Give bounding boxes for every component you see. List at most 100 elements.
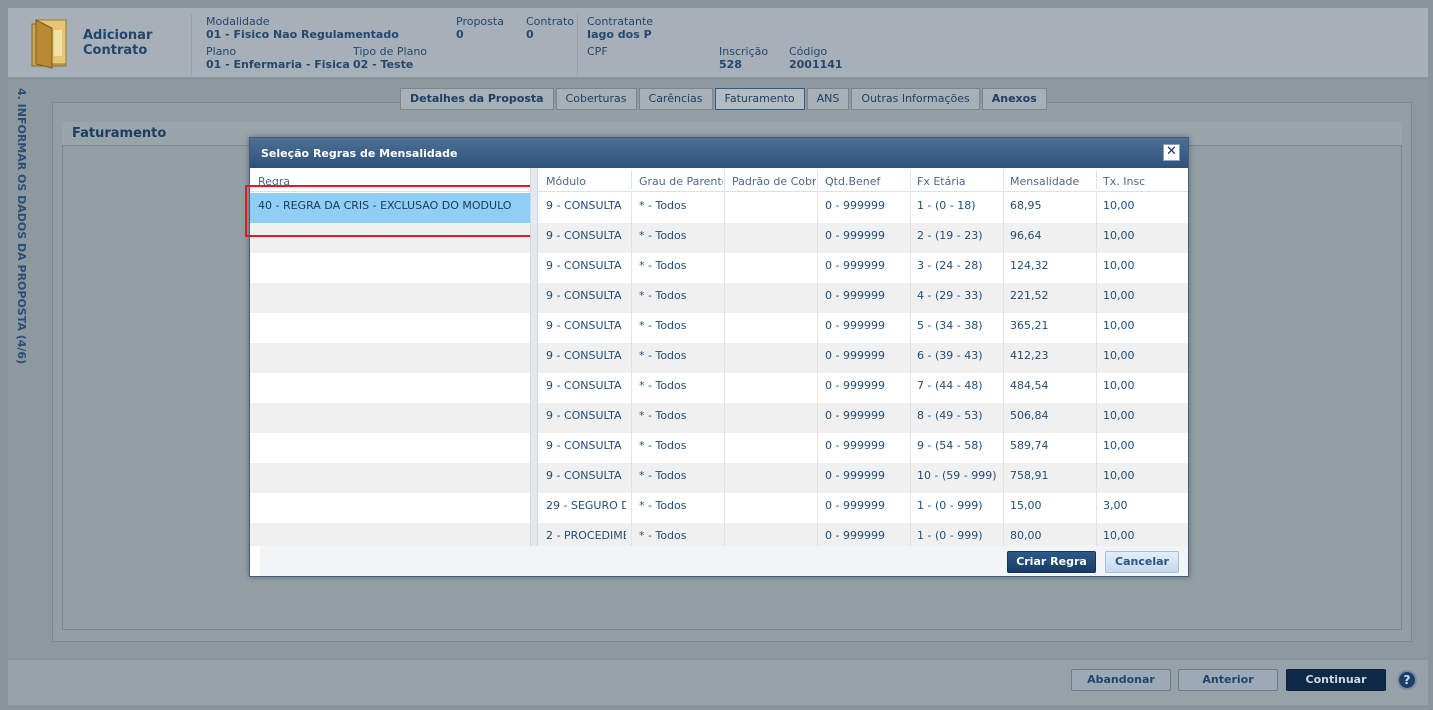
inscricao-field: Inscrição 528	[719, 45, 769, 71]
table-cell: 29 - SEGURO D	[546, 499, 626, 512]
table-cell: 7 - (44 - 48)	[917, 379, 983, 392]
tipo-plano-field: Tipo de Plano 02 - Teste	[353, 45, 428, 71]
table-row[interactable]: 9 - CONSULTA , * - Todos 0 - 999999 9 - (54…	[538, 433, 1188, 463]
table-cell: 0 - 999999	[825, 259, 885, 272]
table-cell: * - Todos	[639, 289, 687, 302]
table-cell: 80,00	[1010, 529, 1042, 542]
table-cell: 9 - CONSULTA ,	[546, 229, 626, 242]
table-cell: 0 - 999999	[825, 349, 885, 362]
table-cell: * - Todos	[639, 409, 687, 422]
table-cell: * - Todos	[639, 229, 687, 242]
rules-detail-table: Módulo Grau de Parentesco Padrão de Cobr…	[538, 168, 1188, 546]
section-title: Faturamento	[72, 126, 167, 141]
table-cell: 2 - PROCEDIME	[546, 529, 626, 542]
table-row[interactable]: 2 - PROCEDIME * - Todos 0 - 999999 1 - (0 -…	[538, 523, 1188, 546]
table-cell: 2 - (19 - 23)	[917, 229, 983, 242]
table-cell: 10,00	[1103, 229, 1135, 242]
col-qtd-benef[interactable]: Qtd.Benef	[825, 175, 909, 188]
help-icon[interactable]: ?	[1397, 670, 1417, 690]
table-cell: 10,00	[1103, 469, 1135, 482]
table-row[interactable]: 9 - CONSULTA , * - Todos 0 - 999999 6 - (39…	[538, 343, 1188, 373]
col-grau-parentesco[interactable]: Grau de Parentesco	[639, 175, 723, 188]
criar-regra-button[interactable]: Criar Regra	[1007, 551, 1096, 573]
table-cell: * - Todos	[639, 469, 687, 482]
table-header: Módulo Grau de Parentesco Padrão de Cobr…	[538, 168, 1188, 192]
table-cell: 9 - CONSULTA ,	[546, 289, 626, 302]
tab-outras-informacoes[interactable]: Outras Informações	[851, 88, 980, 110]
cancelar-button[interactable]: Cancelar	[1105, 551, 1179, 573]
col-mensalidade[interactable]: Mensalidade	[1010, 175, 1094, 188]
tab-ans[interactable]: ANS	[806, 88, 850, 110]
table-cell: * - Todos	[639, 319, 687, 332]
close-icon[interactable]: ✕	[1163, 144, 1180, 161]
table-row[interactable]: 9 - CONSULTA , * - Todos 0 - 999999 7 - (44…	[538, 373, 1188, 403]
selection-highlight	[245, 185, 537, 237]
table-cell: 0 - 999999	[825, 409, 885, 422]
table-cell: 9 - CONSULTA ,	[546, 259, 626, 272]
table-cell: 9 - CONSULTA ,	[546, 319, 626, 332]
table-row[interactable]: 9 - CONSULTA , * - Todos 0 - 999999 4 - (29…	[538, 283, 1188, 313]
step-label: 4. INFORMAR OS DADOS DA PROPOSTA (4/6)	[15, 88, 28, 365]
table-cell: 0 - 999999	[825, 469, 885, 482]
col-padrao-cobranca[interactable]: Padrão de Cobrança	[732, 175, 816, 188]
table-row[interactable]: 9 - CONSULTA , * - Todos 0 - 999999 8 - (49…	[538, 403, 1188, 433]
tab-bar: Detalhes da Proposta Coberturas Carência…	[400, 88, 1049, 110]
table-cell: 9 - CONSULTA ,	[546, 379, 626, 392]
table-cell: 68,95	[1010, 199, 1042, 212]
table-cell: * - Todos	[639, 439, 687, 452]
splitter-handle[interactable]	[530, 168, 538, 546]
table-cell: * - Todos	[639, 529, 687, 542]
table-cell: 10 - (59 - 999)	[917, 469, 997, 482]
abandonar-button[interactable]: Abandonar	[1071, 669, 1171, 691]
table-cell: 10,00	[1103, 199, 1135, 212]
page-title: Adicionar Contrato	[83, 28, 153, 58]
continuar-button[interactable]: Continuar	[1286, 669, 1386, 691]
table-row[interactable]: 9 - CONSULTA , * - Todos 0 - 999999 5 - (34…	[538, 313, 1188, 343]
table-cell: 10,00	[1103, 259, 1135, 272]
table-cell: * - Todos	[639, 499, 687, 512]
table-cell: * - Todos	[639, 379, 687, 392]
tab-faturamento[interactable]: Faturamento	[714, 88, 805, 110]
anterior-button[interactable]: Anterior	[1178, 669, 1278, 691]
table-row[interactable]: 29 - SEGURO D * - Todos 0 - 999999 1 - (0 -…	[538, 493, 1188, 523]
table-cell: 0 - 999999	[825, 229, 885, 242]
table-cell: 10,00	[1103, 409, 1135, 422]
table-cell: 10,00	[1103, 289, 1135, 302]
table-cell: * - Todos	[639, 259, 687, 272]
table-cell: 10,00	[1103, 529, 1135, 542]
table-cell: 758,91	[1010, 469, 1049, 482]
table-cell: 9 - CONSULTA ,	[546, 199, 626, 212]
table-row[interactable]: 9 - CONSULTA , * - Todos 0 - 999999 3 - (24…	[538, 253, 1188, 283]
table-cell: 10,00	[1103, 379, 1135, 392]
table-cell: 96,64	[1010, 229, 1042, 242]
table-row[interactable]: 9 - CONSULTA , * - Todos 0 - 999999 1 - (0 …	[538, 193, 1188, 223]
modalidade-field: Modalidade 01 - Fisico Nao Regulamentado	[206, 15, 399, 41]
col-tx-insc[interactable]: Tx. Insc	[1103, 175, 1183, 188]
table-cell: 4 - (29 - 33)	[917, 289, 983, 302]
table-cell: 9 - CONSULTA ,	[546, 439, 626, 452]
modal-header: Seleção Regras de Mensalidade ✕	[250, 138, 1188, 168]
table-cell: 10,00	[1103, 319, 1135, 332]
proposta-field: Proposta 0	[456, 15, 504, 41]
tab-coberturas[interactable]: Coberturas	[555, 88, 637, 110]
table-cell: 221,52	[1010, 289, 1049, 302]
table-cell: 506,84	[1010, 409, 1049, 422]
col-fx-etaria[interactable]: Fx Etária	[917, 175, 1001, 188]
app-header: Adicionar Contrato Modalidade 01 - Fisico …	[8, 8, 1428, 78]
table-row[interactable]: 9 - CONSULTA , * - Todos 0 - 999999 10 - (5…	[538, 463, 1188, 493]
table-row[interactable]: 9 - CONSULTA , * - Todos 0 - 999999 2 - (19…	[538, 223, 1188, 253]
table-cell: 124,32	[1010, 259, 1049, 272]
table-cell: 412,23	[1010, 349, 1049, 362]
table-cell: 0 - 999999	[825, 289, 885, 302]
table-cell: 5 - (34 - 38)	[917, 319, 983, 332]
tab-carencias[interactable]: Carências	[638, 88, 713, 110]
contratante-field: Contratante Iago dos P	[587, 15, 654, 41]
table-cell: 8 - (49 - 53)	[917, 409, 983, 422]
tab-anexos[interactable]: Anexos	[981, 88, 1047, 110]
col-modulo[interactable]: Módulo	[546, 175, 626, 188]
table-cell: 1 - (0 - 999)	[917, 499, 983, 512]
tab-detalhes-proposta[interactable]: Detalhes da Proposta	[400, 88, 554, 110]
table-cell: 0 - 999999	[825, 379, 885, 392]
table-cell: 484,54	[1010, 379, 1049, 392]
table-cell: 0 - 999999	[825, 199, 885, 212]
